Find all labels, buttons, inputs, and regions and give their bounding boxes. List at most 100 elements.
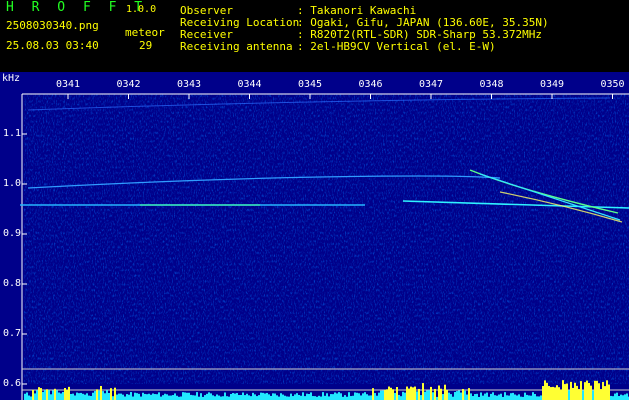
power-bar [454,392,456,400]
power-bar [106,390,108,400]
power-bar [84,394,86,400]
power-bar [410,386,412,400]
time-tick-label: 0342 [116,79,141,90]
power-bar [400,396,402,400]
power-bar [72,393,74,400]
power-bar [380,390,382,400]
power-bar [602,381,604,400]
power-bar [350,396,352,400]
time-tick-label: 0347 [419,79,444,90]
power-bar [174,393,176,400]
power-bar [450,394,452,400]
power-bar [444,384,446,400]
power-bar [514,394,516,400]
freq-tick-label: 1.1 [3,128,22,139]
power-bar [394,392,396,400]
power-bar [516,395,518,400]
power-bar [86,393,88,400]
power-bar [130,392,132,400]
power-bar [30,396,32,400]
power-bar [120,393,122,400]
power-bar [496,395,498,400]
power-bar [58,392,60,400]
power-bar [470,393,472,400]
power-bar [462,388,464,400]
power-bar [614,393,616,400]
power-bar [110,388,112,400]
power-bar [74,395,76,400]
power-bar [532,392,534,400]
power-bar [592,390,594,400]
power-bar [252,392,254,400]
power-bar [334,392,336,400]
power-bar [580,381,582,400]
power-bar [238,395,240,400]
power-bar [428,390,430,400]
power-bar [292,396,294,400]
freq-unit-label: kHz [2,73,21,84]
power-bar [108,392,110,400]
power-bar [262,392,264,400]
power-bar [52,390,54,400]
power-bar [606,380,608,400]
power-bar [90,395,92,400]
power-bar [224,392,226,400]
power-bar [590,385,592,400]
power-bar [534,393,536,400]
power-bar [506,395,508,400]
file-datetime: 25.08.03 03:40 [6,39,99,52]
power-bar [98,390,100,400]
power-bar [498,394,500,400]
power-bar [360,395,362,400]
power-bar [212,395,214,400]
power-bar [422,383,424,400]
freq-tick-label: 0.9 [3,228,22,239]
power-bar [176,395,178,400]
power-bar [312,396,314,400]
power-bar [192,395,194,400]
power-bar [222,396,224,400]
power-bar [616,392,618,400]
time-tick-label: 0349 [540,79,565,90]
power-bar [494,395,496,400]
power-bar [572,387,574,400]
antenna-value: : 2el-HB9CV Vertical (el. E-W) [297,40,496,53]
power-bar [384,389,386,400]
power-bar [504,392,506,400]
power-bar [492,392,494,400]
power-bar [126,394,128,400]
power-bar [448,392,450,400]
meteor-count: 29 [139,39,153,52]
time-tick-label: 0344 [237,79,262,90]
power-bar [510,393,512,400]
power-bar [418,388,420,400]
power-bar [170,395,172,400]
power-bar [362,393,364,400]
power-bar [336,393,338,400]
power-bar [382,390,384,400]
freq-tick-label: 0.8 [3,278,22,289]
power-bar [600,389,602,400]
power-bar [168,395,170,400]
power-bar [396,387,398,400]
power-bar [194,395,196,400]
power-bar [60,393,62,400]
power-bar [162,395,164,400]
power-bar [50,394,52,400]
power-bar [160,396,162,400]
power-bar [406,386,408,400]
power-bar [186,392,188,400]
freq-tick-label: 0.6 [3,378,22,389]
power-bar [232,393,234,400]
power-bar [468,388,470,400]
power-bar [434,388,436,400]
power-bar [474,394,476,400]
power-bar [280,393,282,400]
power-bar [204,395,206,400]
power-bar [250,396,252,400]
power-bar [588,382,590,400]
power-bar [118,393,120,400]
power-bar [352,395,354,400]
power-bar [372,388,374,400]
power-bar [622,395,624,400]
